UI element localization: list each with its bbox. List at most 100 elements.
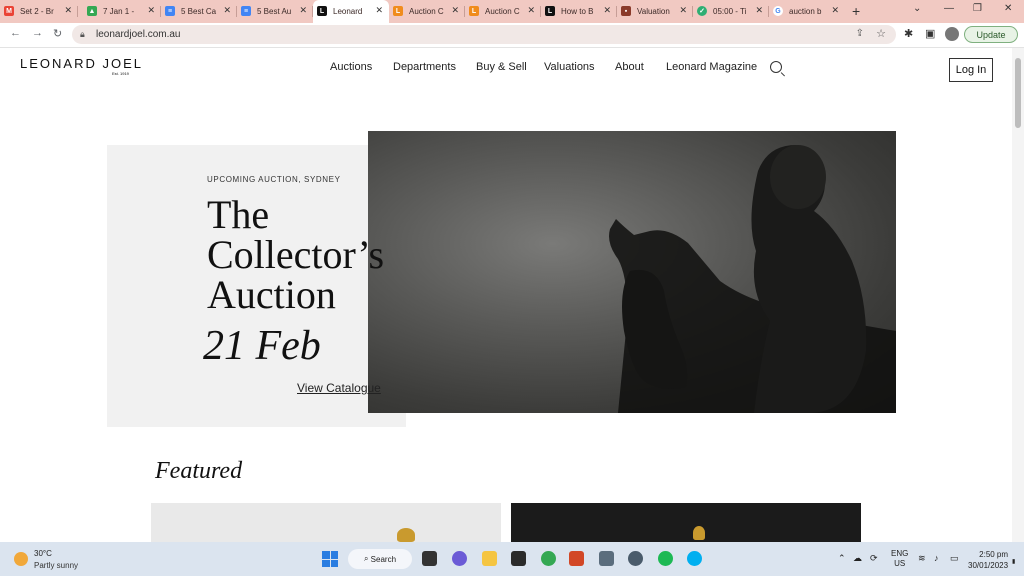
close-icon[interactable]: ✕ xyxy=(755,5,763,16)
browser-tab-active[interactable]: L Leonard ✕ xyxy=(313,0,389,23)
hero-title-line: Auction xyxy=(207,272,336,317)
sticky-notes-icon[interactable] xyxy=(511,551,526,566)
close-icon[interactable]: ✕ xyxy=(527,5,535,16)
tab-title: Leonard xyxy=(333,7,363,16)
file-explorer-icon[interactable] xyxy=(482,551,497,566)
notification-icon[interactable]: ▮ xyxy=(1012,558,1015,565)
profile-avatar[interactable] xyxy=(945,27,959,41)
close-window-icon[interactable]: ✕ xyxy=(1004,3,1012,14)
forward-icon[interactable]: → xyxy=(32,27,43,39)
leonard-icon: L xyxy=(545,6,555,16)
browser-tab[interactable]: ▪ Valuation ✕ xyxy=(617,0,693,23)
calculator-icon[interactable] xyxy=(599,551,614,566)
wifi-icon[interactable]: ≋ xyxy=(918,553,926,564)
new-tab-icon[interactable]: + xyxy=(852,3,860,19)
side-panel-icon[interactable]: ▣ xyxy=(925,27,935,40)
battery-icon[interactable]: ▭ xyxy=(950,553,959,564)
tab-title: 5 Best Au xyxy=(257,7,292,16)
featured-item-card[interactable] xyxy=(151,503,501,542)
browser-tab[interactable]: L How to B ✕ xyxy=(541,0,617,23)
extensions-icon[interactable]: ✱ xyxy=(904,27,913,40)
weather-condition[interactable]: Partly sunny xyxy=(34,561,78,570)
skype-icon[interactable] xyxy=(687,551,702,566)
featured-item-card[interactable] xyxy=(511,503,861,542)
windows-start-icon[interactable] xyxy=(322,551,338,567)
weather-temperature[interactable]: 30°C xyxy=(34,549,52,558)
chat-icon[interactable] xyxy=(452,551,467,566)
browser-tab[interactable]: ≡ 5 Best Au ✕ xyxy=(237,0,313,23)
site-logo[interactable]: LEONARD JOEL xyxy=(20,56,143,71)
leonard-icon: L xyxy=(317,6,327,16)
close-icon[interactable]: ✕ xyxy=(679,5,687,16)
spotify-icon[interactable] xyxy=(658,551,673,566)
lock-icon[interactable]: 🔒︎ xyxy=(80,29,85,40)
tab-title: 7 Jan 1 - xyxy=(103,7,135,16)
powerpoint-icon[interactable] xyxy=(569,551,584,566)
tab-title: Auction C xyxy=(409,7,444,16)
close-icon[interactable]: ✕ xyxy=(603,5,611,16)
equestrian-statue-illustration xyxy=(609,145,896,413)
browser-toolbar: ← → ↻ 🔒︎ leonardjoel.com.au ⇪ ☆ ✱ ▣ xyxy=(0,23,1024,48)
sync-icon[interactable]: ⟳ xyxy=(870,553,878,564)
nav-departments[interactable]: Departments xyxy=(393,61,456,73)
restore-icon[interactable]: ❐ xyxy=(973,3,982,14)
view-catalogue-link[interactable]: View Catalogue xyxy=(297,381,381,395)
hero-title: The Collector’s Auction xyxy=(207,195,384,315)
close-icon[interactable]: ✕ xyxy=(299,5,307,16)
bookmark-star-icon[interactable]: ☆ xyxy=(876,27,886,40)
update-button[interactable]: Update xyxy=(964,26,1018,43)
tab-title: How to B xyxy=(561,7,594,16)
featured-item-image xyxy=(397,528,415,542)
share-icon[interactable]: ⇪ xyxy=(856,28,864,39)
weather-sun-icon[interactable] xyxy=(14,552,28,566)
taskbar-search[interactable]: ⌕ Search xyxy=(348,549,412,569)
browser-tab[interactable]: M Set 2 - Br ✕ xyxy=(0,0,78,23)
nav-about[interactable]: About xyxy=(615,61,644,73)
close-icon[interactable]: ✕ xyxy=(451,5,459,16)
address-bar[interactable]: 🔒︎ leonardjoel.com.au ⇪ ☆ xyxy=(72,25,896,44)
language-indicator[interactable]: ENG US xyxy=(891,549,908,569)
timer-icon: ✓ xyxy=(697,6,707,16)
browser-tab[interactable]: G auction b ✕ xyxy=(769,0,845,23)
task-view-icon[interactable] xyxy=(422,551,437,566)
tray-chevron-icon[interactable]: ⌃ xyxy=(838,553,846,564)
system-clock[interactable]: 2:50 pm 30/01/2023 xyxy=(968,549,1008,571)
back-icon[interactable]: ← xyxy=(10,27,21,39)
browser-tab[interactable]: ✓ 05:00 - Ti ✕ xyxy=(693,0,769,23)
settings-gear-icon[interactable] xyxy=(628,551,643,566)
hero-title-line: Collector’s xyxy=(207,232,385,277)
volume-icon[interactable]: ♪ xyxy=(934,553,939,563)
taskbar-search-label: Search xyxy=(370,554,397,564)
close-icon[interactable]: ✕ xyxy=(375,5,383,16)
nav-buy-sell[interactable]: Buy & Sell xyxy=(476,61,527,73)
url-text[interactable]: leonardjoel.com.au xyxy=(96,29,181,40)
scrollbar-thumb[interactable] xyxy=(1015,58,1021,128)
tab-search-icon[interactable]: ⌄ xyxy=(913,3,921,14)
browser-tab[interactable]: ▲ 7 Jan 1 - ✕ xyxy=(83,0,161,23)
browser-tab[interactable]: L Auction C ✕ xyxy=(389,0,465,23)
close-icon[interactable]: ✕ xyxy=(64,5,72,16)
login-button[interactable]: Log In xyxy=(949,58,993,82)
google-icon: G xyxy=(773,6,783,16)
chrome-icon[interactable] xyxy=(541,551,556,566)
nav-valuations[interactable]: Valuations xyxy=(544,61,595,73)
clock-date: 30/01/2023 xyxy=(968,561,1009,570)
tab-title: auction b xyxy=(789,7,822,16)
featured-item-image xyxy=(693,526,705,540)
nav-leonard-magazine[interactable]: Leonard Magazine xyxy=(666,61,757,73)
featured-heading: Featured xyxy=(155,458,243,484)
hero-date: 21 Feb xyxy=(203,323,321,369)
hero-title-line: The xyxy=(207,192,270,237)
browser-tab[interactable]: L Auction C ✕ xyxy=(465,0,541,23)
close-icon[interactable]: ✕ xyxy=(831,5,839,16)
close-icon[interactable]: ✕ xyxy=(147,5,155,16)
tab-title: Set 2 - Br xyxy=(20,7,54,16)
minimize-icon[interactable]: — xyxy=(944,3,954,14)
docs-icon: ≡ xyxy=(165,6,175,16)
close-icon[interactable]: ✕ xyxy=(223,5,231,16)
onedrive-cloud-icon[interactable]: ☁ xyxy=(853,553,862,564)
search-icon[interactable] xyxy=(770,61,782,73)
reload-icon[interactable]: ↻ xyxy=(53,27,62,40)
browser-tab[interactable]: ≡ 5 Best Ca ✕ xyxy=(161,0,237,23)
nav-auctions[interactable]: Auctions xyxy=(330,61,372,73)
